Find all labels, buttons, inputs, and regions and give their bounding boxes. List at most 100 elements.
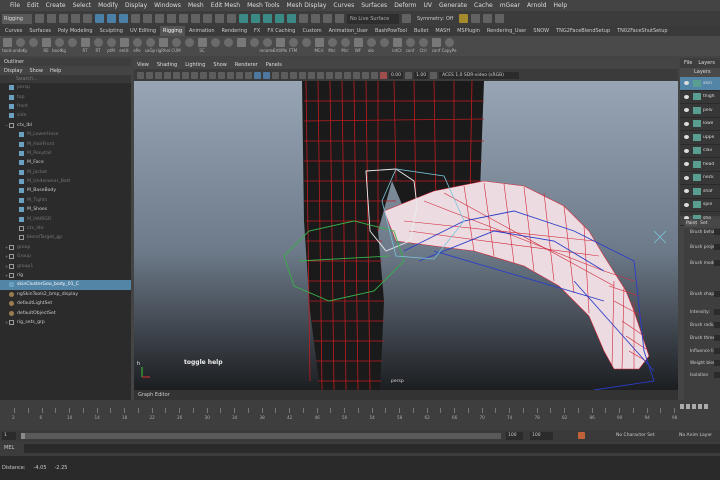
history-icon[interactable] xyxy=(299,14,308,23)
outliner-item[interactable]: M_Underwear_Bott xyxy=(0,177,131,186)
xray-active-icon[interactable] xyxy=(362,71,369,79)
viewport-menu-view[interactable]: View xyxy=(137,62,149,68)
range-start-field[interactable]: 1 xyxy=(2,432,16,440)
paint-setting-field[interactable] xyxy=(714,322,720,328)
layer-row[interactable]: skin xyxy=(680,77,720,91)
outliner-item[interactable]: front xyxy=(0,102,131,111)
viewport-persp[interactable]: toggle help persp h xyxy=(134,81,678,390)
select-object-icon[interactable] xyxy=(107,14,116,23)
select-component-icon[interactable] xyxy=(119,14,128,23)
shelf-button[interactable]: olo xyxy=(366,38,376,53)
step-back-icon[interactable] xyxy=(686,403,690,409)
shelf-tab-uv-editing[interactable]: UV Editing xyxy=(127,26,159,36)
play-forward-icon[interactable] xyxy=(698,403,702,409)
outliner-item[interactable]: defaultObjectSet xyxy=(0,308,131,317)
shelf-button[interactable] xyxy=(236,38,246,48)
shelf-button[interactable] xyxy=(28,38,38,48)
outliner-item[interactable]: blendTarget_gp xyxy=(0,233,131,242)
menu-windows[interactable]: Windows xyxy=(154,2,181,9)
shelf-button[interactable]: eeUt xyxy=(119,38,129,53)
menu-display[interactable]: Display xyxy=(125,2,147,9)
save-scene-icon[interactable] xyxy=(59,14,68,23)
shelf-button[interactable]: undoKy xyxy=(13,38,27,53)
menu-create[interactable]: Create xyxy=(46,2,66,9)
camera-attributes-icon[interactable] xyxy=(146,71,153,79)
gate-mask-icon[interactable] xyxy=(218,71,225,79)
shelf-tab-rendering[interactable]: Rendering xyxy=(219,26,251,36)
visibility-eye-icon[interactable] xyxy=(684,94,689,99)
lights-icon[interactable] xyxy=(290,71,297,79)
outliner-menu-display[interactable]: Display xyxy=(4,68,22,74)
visibility-eye-icon[interactable] xyxy=(684,202,689,207)
right-tab-layers[interactable]: Layers xyxy=(698,60,715,66)
outliner-item[interactable]: M_Jacket xyxy=(0,168,131,177)
shelf-button[interactable]: WF xyxy=(353,38,363,53)
select-curves-icon[interactable] xyxy=(155,14,164,23)
menu-arnold[interactable]: Arnold xyxy=(527,2,546,9)
key-icon[interactable] xyxy=(578,432,585,439)
shelf-tab-msplugin[interactable]: MSPlugin xyxy=(454,26,483,36)
anim-layer-dropdown[interactable]: No Anim Layer xyxy=(679,433,712,438)
shelf-button[interactable]: Ctrl xyxy=(418,38,428,53)
outliner-item[interactable]: defaultLightSet xyxy=(0,299,131,308)
outliner-menu-show[interactable]: Show xyxy=(29,68,43,74)
shelf-tab-poly-modeling[interactable]: Poly Modeling xyxy=(55,26,96,36)
paint-setting-field[interactable] xyxy=(714,309,720,315)
visibility-eye-icon[interactable] xyxy=(684,81,689,86)
shelf-tab-curves[interactable]: Curves xyxy=(2,26,25,36)
exposure-icon[interactable] xyxy=(380,71,387,79)
menu-mesh[interactable]: Mesh xyxy=(188,2,204,9)
symmetry-icon[interactable] xyxy=(402,14,411,23)
outliner-item[interactable]: M_Ponytail xyxy=(0,149,131,158)
outliner-item[interactable]: + group xyxy=(0,243,131,252)
shelf-tab-rigging[interactable]: Rigging xyxy=(160,26,185,36)
undo-icon[interactable] xyxy=(71,14,80,23)
safe-title-icon[interactable] xyxy=(245,71,252,79)
shelf-button[interactable]: CUM xyxy=(171,38,181,53)
layer-row[interactable]: uppe xyxy=(680,131,720,145)
snap-curve-icon[interactable] xyxy=(251,14,260,23)
range-end-field[interactable]: 100 xyxy=(530,432,553,440)
snap-grid-icon[interactable] xyxy=(239,14,248,23)
shelf-button[interactable]: MCrl xyxy=(314,38,324,53)
outliner-item[interactable]: M_LowerHose xyxy=(0,130,131,139)
layer-row[interactable]: shaf xyxy=(680,185,720,199)
shelf-button[interactable]: ptM xyxy=(106,38,116,53)
range-track[interactable] xyxy=(21,433,501,439)
render-frame-icon[interactable] xyxy=(311,14,320,23)
layer-row[interactable]: lowe xyxy=(680,118,720,131)
shelf-button[interactable]: RT xyxy=(80,38,90,53)
paint-setting-field[interactable] xyxy=(714,291,720,297)
live-surface-field[interactable]: No Live Surface xyxy=(347,13,399,24)
outliner-item[interactable]: skinClusterGeo_body_01_C xyxy=(0,280,131,290)
resolution-gate-icon[interactable] xyxy=(209,71,216,79)
shelf-tab-bullet[interactable]: Bullet xyxy=(411,26,431,36)
grease-pencil-icon[interactable] xyxy=(182,71,189,79)
tool-settings-toggle-icon[interactable] xyxy=(483,14,493,23)
visibility-eye-icon[interactable] xyxy=(684,175,689,180)
workspace-icon[interactable] xyxy=(459,14,469,23)
menu-uv[interactable]: UV xyxy=(424,2,433,9)
snap-view-plane-icon[interactable] xyxy=(275,14,284,23)
shelf-tab-mash[interactable]: MASH xyxy=(432,26,453,36)
outliner-item[interactable]: + rig xyxy=(0,271,131,280)
paint-setting-field[interactable] xyxy=(714,335,720,341)
shelf-button[interactable] xyxy=(379,38,389,48)
default-material-icon[interactable] xyxy=(272,71,279,79)
shelf-button[interactable]: conf xyxy=(405,38,415,53)
outliner-item[interactable]: − ctx_Ibl xyxy=(0,121,131,130)
xray-joints-icon[interactable] xyxy=(371,71,378,79)
new-scene-icon[interactable] xyxy=(35,14,44,23)
menu-set-dropdown[interactable]: Rigging xyxy=(2,13,32,24)
paint-setting-field[interactable] xyxy=(714,260,720,266)
wireframe-icon[interactable] xyxy=(254,71,261,79)
view-transform-dropdown[interactable]: ACES 1.0 SDR-video (sRGB) xyxy=(439,71,520,79)
time-slider[interactable]: 2 6 10 14 18 22 26 30 34 38 42 46 50 54 58 62 66 70 74 78 82… xyxy=(0,400,720,430)
select-dynamics-icon[interactable] xyxy=(191,14,200,23)
paint-setting-field[interactable] xyxy=(714,360,720,366)
shelf-button[interactable] xyxy=(184,38,194,48)
shelf-button[interactable]: conf xyxy=(431,38,441,53)
select-misc-icon[interactable] xyxy=(215,14,224,23)
outliner-item[interactable]: top xyxy=(0,92,131,101)
shelf-tab-surfaces[interactable]: Surfaces xyxy=(26,26,54,36)
